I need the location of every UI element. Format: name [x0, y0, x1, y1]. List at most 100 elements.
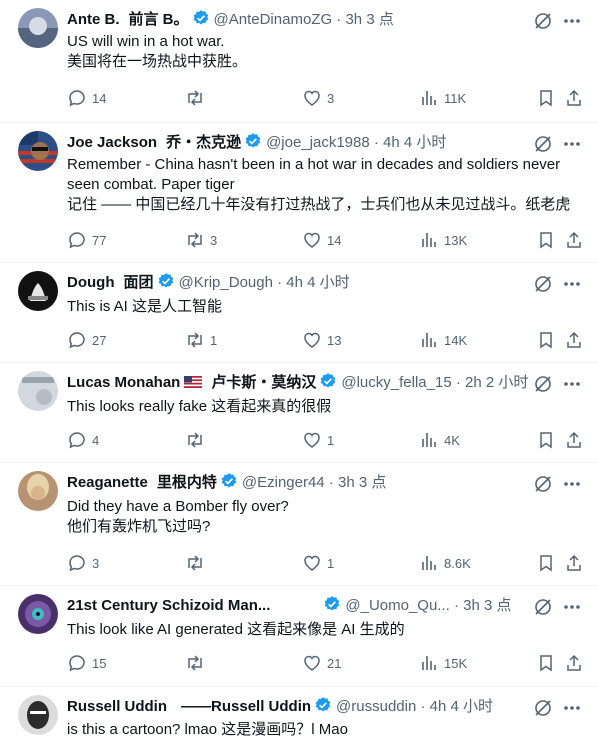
handle[interactable]: @Ezinger44 — [242, 474, 325, 491]
share-icon — [567, 554, 581, 571]
views-button[interactable]: 14K — [419, 329, 467, 351]
avatar[interactable] — [18, 371, 58, 411]
avatar[interactable] — [18, 594, 58, 634]
timestamp[interactable]: · 3h — [325, 474, 355, 491]
share-button[interactable] — [564, 552, 584, 574]
timestamp[interactable]: · 4h — [370, 134, 400, 151]
display-name[interactable]: Joe Jackson — [67, 134, 157, 151]
heart-icon — [304, 332, 320, 348]
more-options-icon[interactable] — [562, 274, 582, 294]
reply-button[interactable]: 27 — [67, 329, 106, 351]
repost-button[interactable] — [185, 429, 210, 451]
timestamp[interactable]: · 2h — [452, 374, 482, 391]
reply-count: 14 — [92, 90, 107, 106]
tweet[interactable]: Russell Uddin ——Russell Uddin @russuddin ·… — [0, 687, 598, 747]
handle[interactable]: @AnteDinamoZG — [214, 11, 333, 28]
like-button[interactable]: 1 — [302, 552, 334, 574]
handle[interactable]: @_Uomo_Qu... — [345, 597, 449, 614]
timestamp[interactable]: · 4h — [416, 698, 446, 715]
reply-button[interactable]: 15 — [67, 652, 106, 674]
avatar[interactable] — [18, 695, 58, 735]
like-button[interactable]: 1 — [302, 429, 334, 451]
handle[interactable]: @Krip_Dough — [179, 274, 273, 291]
handle[interactable]: @lucky_fella_15 — [341, 374, 451, 391]
like-button[interactable]: 13 — [302, 329, 341, 351]
views-button[interactable]: 8.6K — [419, 552, 471, 574]
handle[interactable]: @russuddin — [336, 698, 416, 715]
display-name[interactable]: Ante B. — [67, 11, 120, 28]
repost-button[interactable] — [185, 87, 210, 109]
tweet[interactable]: Joe Jackson 乔・杰克逊 @joe_jack1988 · 4h 4 小时 … — [0, 123, 598, 263]
reply-button[interactable]: 77 — [67, 229, 106, 251]
views-button[interactable]: 4K — [419, 429, 460, 451]
grok-icon[interactable] — [533, 474, 553, 494]
reply-button[interactable]: 3 — [67, 552, 99, 574]
grok-icon[interactable] — [533, 698, 553, 718]
share-button[interactable] — [564, 329, 584, 351]
bookmark-button[interactable] — [536, 429, 556, 451]
repost-button[interactable]: 1 — [185, 329, 217, 351]
tweet[interactable]: Ante B. 前言 B。 @AnteDinamoZG · 3h 3 点 US wi… — [0, 0, 598, 123]
grok-icon[interactable] — [533, 597, 553, 617]
like-button[interactable]: 14 — [302, 229, 341, 251]
avatar[interactable] — [18, 131, 58, 171]
more-options-icon[interactable] — [562, 597, 582, 617]
grok-icon[interactable] — [533, 274, 553, 294]
verified-badge-icon — [244, 132, 262, 152]
like-count: 21 — [327, 655, 342, 671]
views-icon — [422, 433, 436, 447]
avatar[interactable] — [18, 271, 58, 311]
more-options-icon[interactable] — [562, 474, 582, 494]
views-button[interactable]: 11K — [419, 87, 466, 109]
tweet[interactable]: Lucas Monahan 卢卡斯・莫纳汉 @lucky_fella_15 · 2h… — [0, 363, 598, 463]
avatar[interactable] — [18, 8, 58, 48]
tweet-header: Joe Jackson 乔・杰克逊 @joe_jack1988 · 4h 4 小时 — [67, 132, 528, 152]
timestamp-translation: 3 点 — [358, 474, 387, 491]
grok-icon[interactable] — [533, 134, 553, 154]
views-button[interactable]: 15K — [419, 652, 467, 674]
display-name[interactable]: Lucas Monahan — [67, 374, 180, 391]
views-button[interactable]: 13K — [419, 229, 467, 251]
display-name[interactable]: Russell Uddin — [67, 698, 167, 715]
more-options-icon[interactable] — [562, 134, 582, 154]
reply-button[interactable]: 4 — [67, 429, 99, 451]
repost-button[interactable] — [185, 652, 210, 674]
more-options-icon[interactable] — [562, 11, 582, 31]
bookmark-button[interactable] — [536, 229, 556, 251]
avatar[interactable] — [18, 471, 58, 511]
tweet-line: This is AI 这是人工智能 — [67, 298, 223, 315]
timestamp[interactable]: · 3h — [450, 597, 480, 614]
like-button[interactable]: 21 — [302, 652, 341, 674]
more-options-icon[interactable] — [562, 374, 582, 394]
bookmark-button[interactable] — [536, 87, 556, 109]
tweet[interactable]: 21st Century Schizoid Man... @_Uomo_Qu...… — [0, 586, 598, 687]
timestamp[interactable]: · 4h — [273, 274, 303, 291]
repost-button[interactable] — [185, 552, 210, 574]
grok-icon[interactable] — [533, 374, 553, 394]
grok-icon[interactable] — [533, 11, 553, 31]
more-options-icon[interactable] — [562, 698, 582, 718]
share-button[interactable] — [564, 652, 584, 674]
action-bar: 3 1 8.6K — [67, 552, 584, 574]
share-button[interactable] — [564, 429, 584, 451]
bookmark-button[interactable] — [536, 652, 556, 674]
bookmark-button[interactable] — [536, 329, 556, 351]
like-button[interactable]: 3 — [302, 87, 334, 109]
repost-icon — [188, 332, 202, 348]
reply-button[interactable]: 14 — [67, 87, 106, 109]
display-name[interactable]: Dough — [67, 274, 114, 291]
handle[interactable]: @joe_jack1988 — [266, 134, 370, 151]
share-button[interactable] — [564, 87, 584, 109]
repost-icon — [188, 90, 202, 106]
reply-count: 27 — [92, 332, 107, 348]
heart-icon — [304, 432, 320, 448]
tweet[interactable]: Reaganette 里根内特 @Ezinger44 · 3h 3 点 Did th… — [0, 463, 598, 586]
bookmark-button[interactable] — [536, 552, 556, 574]
display-name[interactable]: 21st Century Schizoid Man... — [67, 597, 270, 614]
share-button[interactable] — [564, 229, 584, 251]
timestamp[interactable]: · 3h — [332, 11, 362, 28]
tweet[interactable]: Dough 面团 @Krip_Dough · 4h 4 小时 This is AI … — [0, 263, 598, 363]
bookmark-icon — [540, 332, 552, 349]
display-name[interactable]: Reaganette — [67, 474, 148, 491]
repost-button[interactable]: 3 — [185, 229, 217, 251]
